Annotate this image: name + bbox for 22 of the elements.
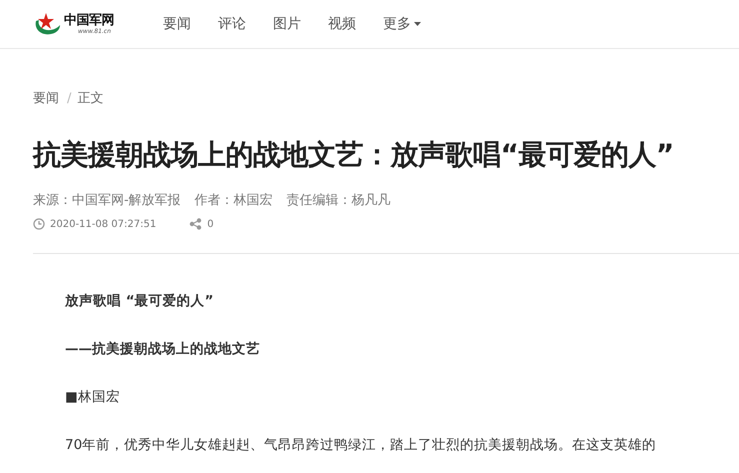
author-byline: ■林国宏 [65,388,121,407]
share-count: 0 [207,218,214,230]
publish-date: 2020-11-08 07:27:51 [50,218,156,230]
logo-emblem-icon [33,11,61,37]
site-logo-name[interactable]: 中国军网 [64,12,114,28]
article-meta: 责任编辑：杨凡凡 [286,192,391,209]
section-subheading: ——抗美援朝战场上的战地文艺 [65,340,261,359]
breadcrumb-link[interactable]: 要闻 [33,89,59,107]
clock-icon [33,218,45,230]
article-meta: 作者：林国宏 [194,192,273,209]
section-heading: 放声歌唱 “最可爱的人” [65,292,214,311]
article-meta: 来源：中国军网-解放军报 [33,192,181,209]
nav-link[interactable]: 要闻 [163,15,191,33]
nav-dropdown[interactable]: 更多 [383,15,421,33]
share-icon[interactable] [189,218,202,230]
breadcrumb-link[interactable]: 正文 [77,89,104,107]
nav-link[interactable]: 评论 [218,15,246,33]
breadcrumb-separator: / [67,90,72,106]
article-title: 抗美援朝战场上的战地文艺：放声歌唱“最可爱的人” [33,138,675,172]
body-paragraph: 70年前，优秀中华儿女雄赳赳、气昂昂跨过鸭绿江，踏上了壮烈的抗美援朝战场。在这支英雄的 [65,436,658,455]
nav-link[interactable]: 视频 [328,15,356,33]
nav-link[interactable]: 图片 [273,15,301,33]
